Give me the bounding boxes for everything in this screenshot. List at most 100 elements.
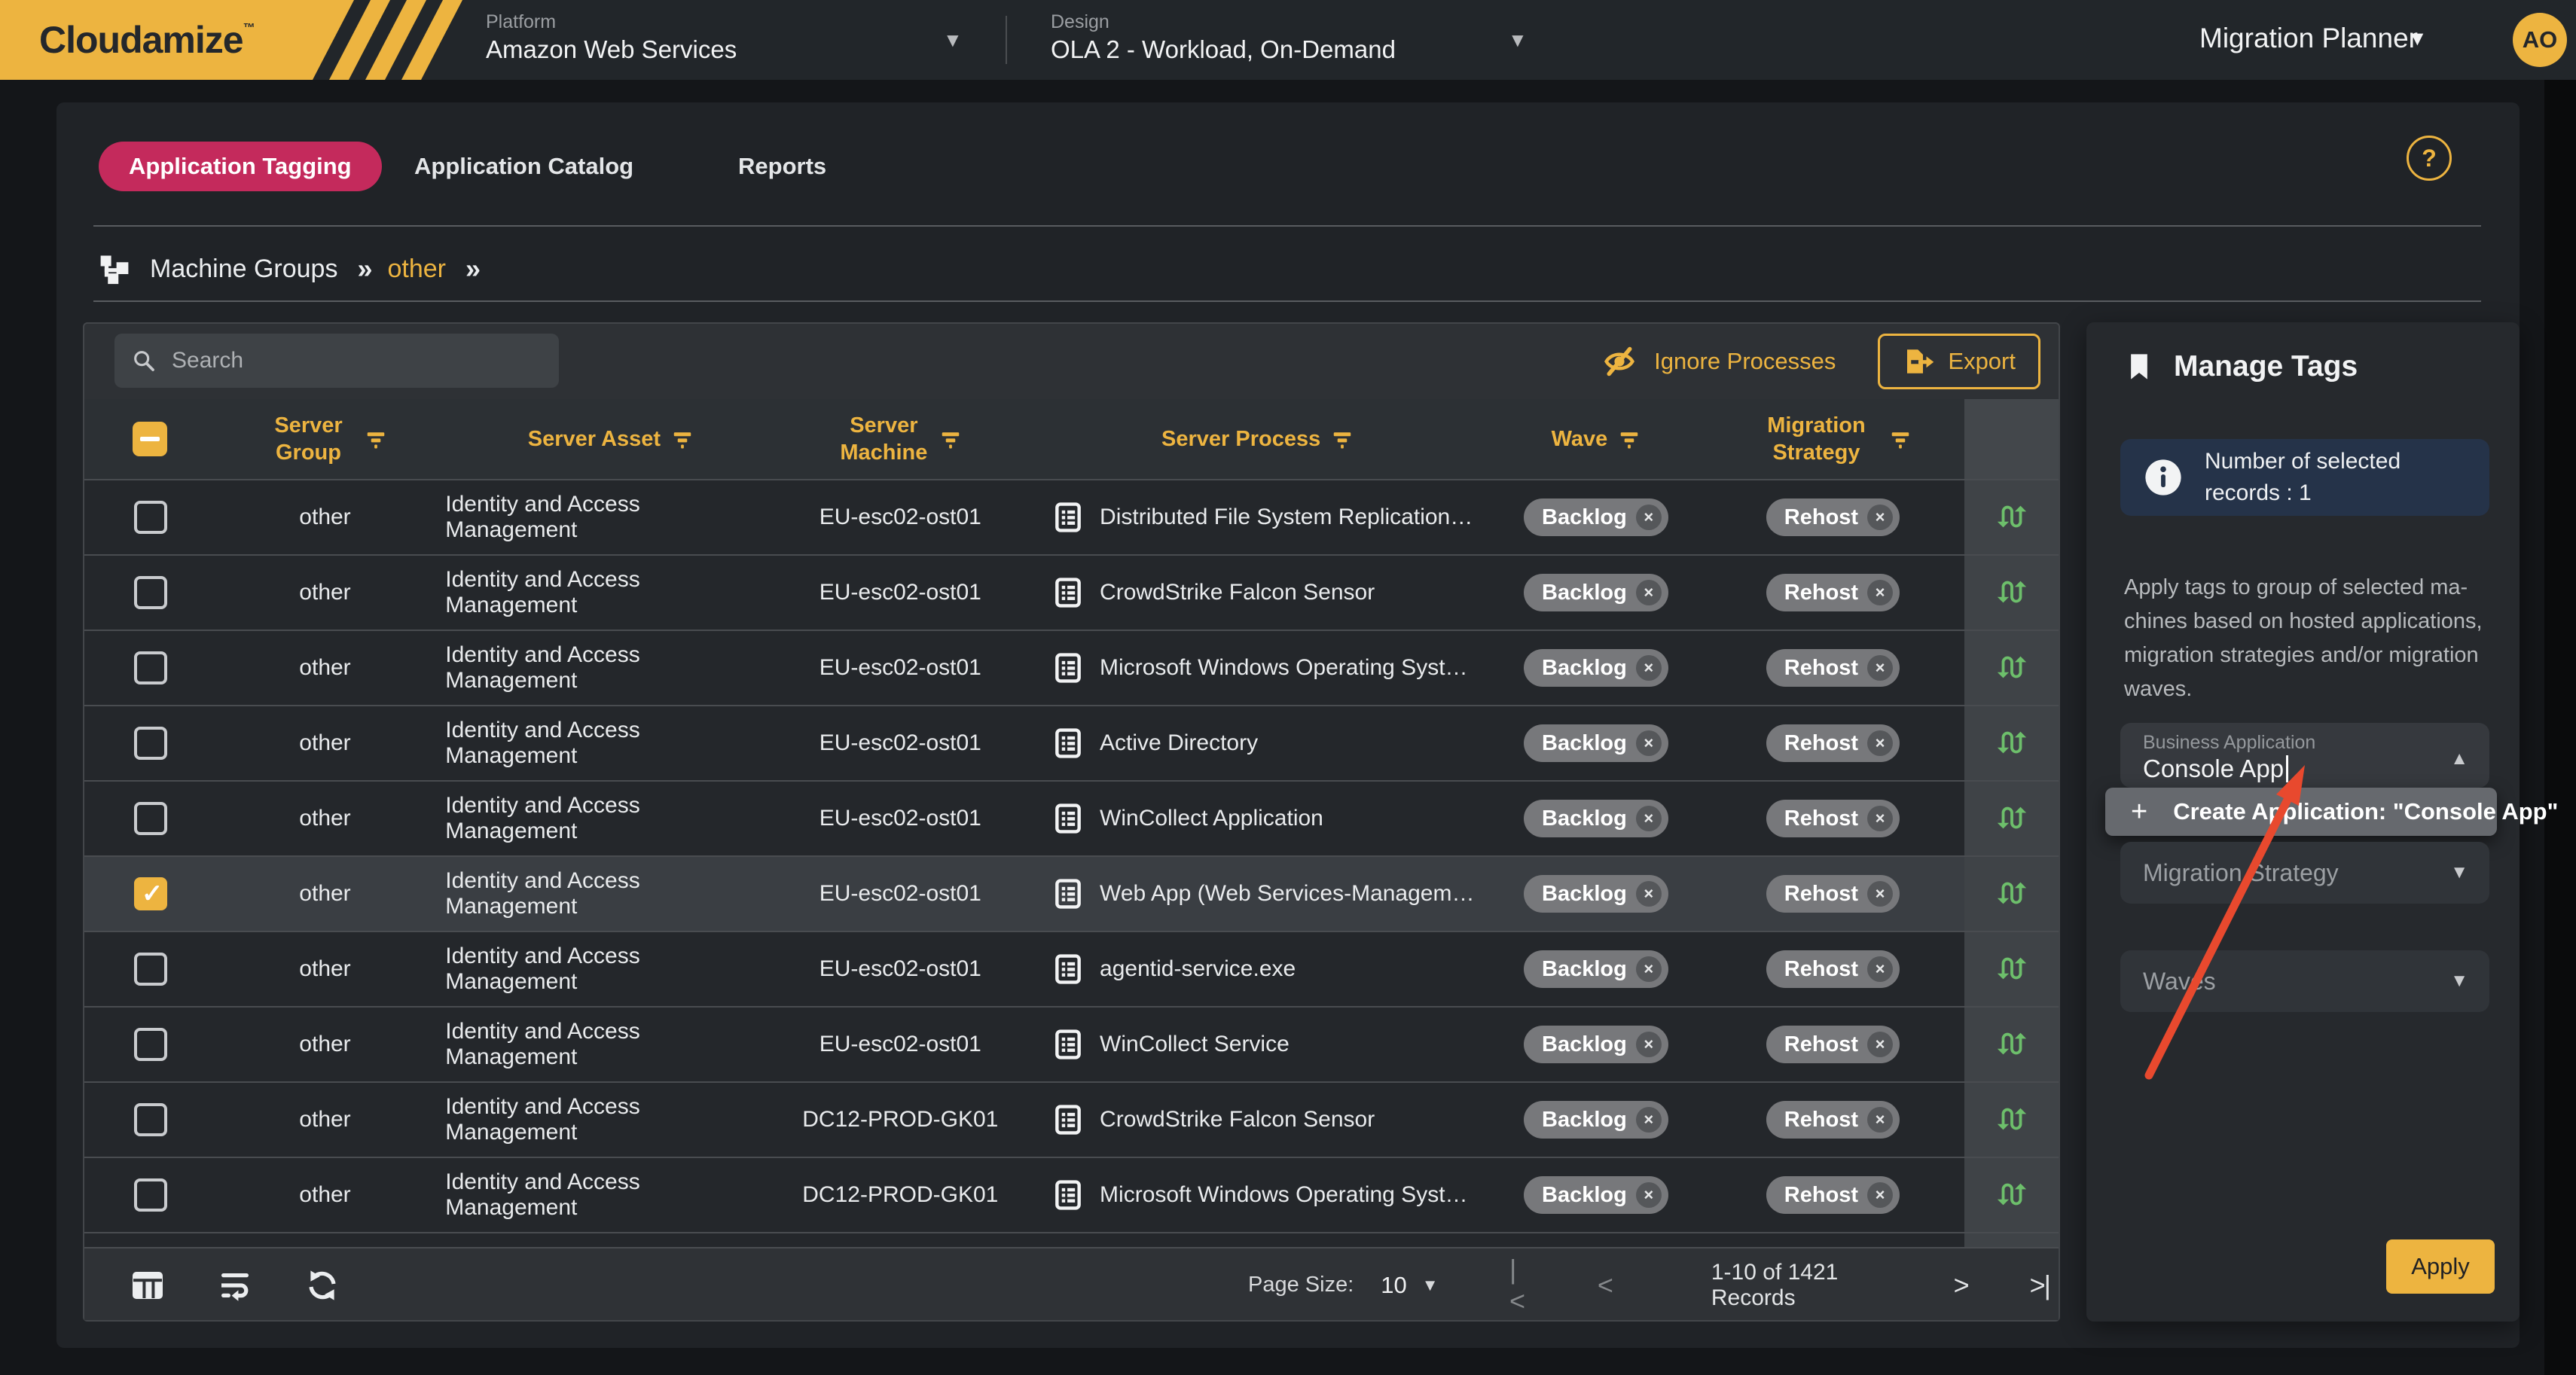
wave-chip: Backlog× xyxy=(1524,649,1668,687)
dependency-button[interactable] xyxy=(1964,480,2059,554)
export-button[interactable]: Export xyxy=(1878,334,2040,389)
row-checkbox[interactable] xyxy=(134,1178,167,1212)
chip-remove-icon[interactable]: × xyxy=(1636,730,1662,756)
column-header-server-asset[interactable]: Server Asset xyxy=(445,399,776,479)
chip-remove-icon[interactable]: × xyxy=(1867,505,1893,530)
table-row: other Identity and Access Management EU-… xyxy=(84,931,2059,1006)
ignore-processes-button[interactable]: Ignore Processes xyxy=(1603,345,1836,378)
create-application-option[interactable]: + Create Application: "Console App" xyxy=(2105,788,2497,836)
filter-icon[interactable] xyxy=(939,428,962,450)
chip-remove-icon[interactable]: × xyxy=(1867,1107,1893,1133)
waves-label: Waves xyxy=(2143,968,2216,995)
platform-label: Platform xyxy=(486,11,737,33)
cell-server-machine: EU-esc02-ost01 xyxy=(777,1008,1024,1081)
chip-remove-icon[interactable]: × xyxy=(1867,730,1893,756)
first-page-icon[interactable]: |< xyxy=(1500,1254,1536,1317)
wrap-text-icon[interactable] xyxy=(217,1267,253,1303)
waves-caret-icon[interactable]: ▼ xyxy=(2450,971,2468,992)
dependency-button[interactable] xyxy=(1964,1158,2059,1232)
table-row: other Identity and Access Management EU-… xyxy=(84,855,2059,931)
waves-select[interactable]: Waves ▼ xyxy=(2120,950,2489,1012)
previous-page-icon[interactable]: < xyxy=(1589,1270,1621,1301)
chip-remove-icon[interactable]: × xyxy=(1636,1032,1662,1057)
platform-caret-icon[interactable]: ▼ xyxy=(943,29,963,52)
chip-remove-icon[interactable]: × xyxy=(1636,806,1662,831)
refresh-icon[interactable] xyxy=(304,1267,340,1303)
chip-remove-icon[interactable]: × xyxy=(1636,580,1662,605)
dependency-button[interactable] xyxy=(1964,1083,2059,1157)
help-button[interactable]: ? xyxy=(2407,136,2452,181)
dependency-button[interactable] xyxy=(1964,556,2059,630)
chip-remove-icon[interactable]: × xyxy=(1636,956,1662,982)
dependency-button[interactable] xyxy=(1964,631,2059,705)
cell-server-asset: Identity and Access Management xyxy=(445,631,776,705)
dependency-button[interactable] xyxy=(1964,932,2059,1006)
chip-remove-icon[interactable]: × xyxy=(1867,881,1893,907)
row-checkbox[interactable] xyxy=(134,651,167,684)
column-header-wave[interactable]: Wave xyxy=(1491,399,1702,479)
topbar-divider xyxy=(1006,16,1007,64)
chip-remove-icon[interactable]: × xyxy=(1867,580,1893,605)
filter-icon[interactable] xyxy=(1889,428,1912,450)
table-row: other Identity and Access Management EU-… xyxy=(84,780,2059,855)
row-checkbox[interactable] xyxy=(134,1103,167,1136)
filter-icon[interactable] xyxy=(1618,428,1641,450)
page-size-value[interactable]: 10 xyxy=(1381,1272,1406,1299)
column-header-server-group[interactable]: Server Group xyxy=(205,399,446,479)
chip-remove-icon[interactable]: × xyxy=(1867,956,1893,982)
column-settings-icon[interactable] xyxy=(130,1267,166,1303)
breadcrumb-root[interactable]: Machine Groups xyxy=(150,255,337,284)
filter-icon[interactable] xyxy=(1331,428,1354,450)
page-size-caret-icon[interactable]: ▼ xyxy=(1422,1276,1439,1295)
page-size-control[interactable]: Page Size: 10 ▼ xyxy=(1248,1248,1439,1322)
row-checkbox[interactable] xyxy=(134,877,167,910)
row-checkbox[interactable] xyxy=(134,953,167,986)
dependency-button[interactable] xyxy=(1964,857,2059,931)
logo[interactable]: Cloudamize™ xyxy=(39,18,255,62)
design-caret-icon[interactable]: ▼ xyxy=(1508,29,1528,52)
filter-icon[interactable] xyxy=(671,428,694,450)
next-page-icon[interactable]: > xyxy=(1945,1270,1977,1301)
chip-remove-icon[interactable]: × xyxy=(1867,655,1893,681)
search-input[interactable] xyxy=(170,347,542,374)
business-application-caret-icon[interactable]: ▲ xyxy=(2450,748,2468,770)
chip-remove-icon[interactable]: × xyxy=(1636,1107,1662,1133)
design-selector[interactable]: Design OLA 2 - Workload, On-Demand xyxy=(1051,11,1396,66)
platform-selector[interactable]: Platform Amazon Web Services xyxy=(486,11,737,66)
tab-application-catalog[interactable]: Application Catalog xyxy=(414,142,633,191)
chip-remove-icon[interactable]: × xyxy=(1636,1182,1662,1208)
chip-remove-icon[interactable]: × xyxy=(1636,881,1662,907)
dependency-button[interactable] xyxy=(1964,1008,2059,1081)
tab-reports[interactable]: Reports xyxy=(738,142,826,191)
chip-remove-icon[interactable]: × xyxy=(1867,1032,1893,1057)
chip-remove-icon[interactable]: × xyxy=(1867,1182,1893,1208)
scrollbar-track[interactable] xyxy=(2544,80,2576,1375)
business-application-value[interactable]: Console App xyxy=(2143,753,2284,785)
column-header-server-machine[interactable]: Server Machine xyxy=(777,399,1025,479)
migration-strategy-caret-icon[interactable]: ▼ xyxy=(2450,862,2468,883)
app-menu[interactable]: Migration Planner xyxy=(2199,23,2418,54)
chip-remove-icon[interactable]: × xyxy=(1867,806,1893,831)
dependency-button[interactable] xyxy=(1964,782,2059,855)
row-checkbox[interactable] xyxy=(134,727,167,760)
chip-remove-icon[interactable]: × xyxy=(1636,655,1662,681)
chip-remove-icon[interactable]: × xyxy=(1636,505,1662,530)
row-checkbox[interactable] xyxy=(134,802,167,835)
search-box[interactable] xyxy=(114,334,559,388)
breadcrumb-current[interactable]: other xyxy=(388,255,447,284)
select-all-checkbox[interactable] xyxy=(133,422,167,456)
last-page-icon[interactable]: >| xyxy=(2021,1270,2059,1301)
column-header-server-process[interactable]: Server Process xyxy=(1024,399,1491,479)
row-checkbox[interactable] xyxy=(134,576,167,609)
dependency-button[interactable] xyxy=(1964,706,2059,780)
row-checkbox[interactable] xyxy=(134,1028,167,1061)
app-menu-caret-icon[interactable]: ▼ xyxy=(2407,27,2428,50)
row-checkbox[interactable] xyxy=(134,501,167,534)
business-application-input[interactable]: Business Application Console App ▲ xyxy=(2120,723,2489,788)
column-header-migration-strategy[interactable]: Migration Strategy xyxy=(1702,399,1964,479)
apply-button[interactable]: Apply xyxy=(2386,1239,2495,1294)
migration-strategy-select[interactable]: Migration Strategy ▼ xyxy=(2120,842,2489,904)
tab-application-tagging[interactable]: Application Tagging xyxy=(99,142,382,191)
avatar[interactable]: AO xyxy=(2513,13,2567,67)
filter-icon[interactable] xyxy=(365,428,387,450)
